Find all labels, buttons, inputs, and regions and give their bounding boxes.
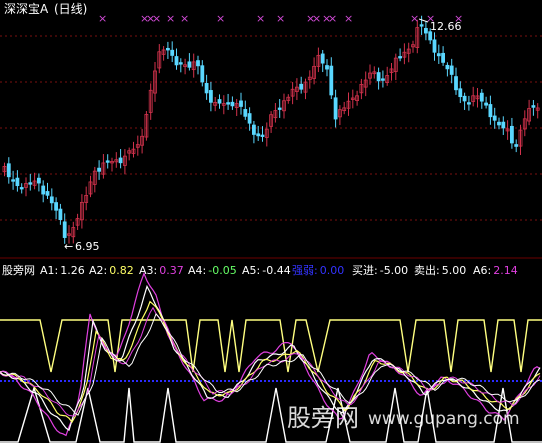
signal-mark: × bbox=[312, 12, 321, 25]
stock-title: 深深宝A bbox=[4, 2, 49, 16]
indicator-item: A1: 1.26 bbox=[40, 264, 85, 277]
signal-mark: × bbox=[166, 12, 175, 25]
indicator-item: A2: 0.82 bbox=[89, 264, 134, 277]
period-label: (日线) bbox=[54, 2, 87, 16]
watermark-url: www.gupang.com bbox=[368, 409, 520, 429]
signal-mark: × bbox=[152, 12, 161, 25]
indicator-item: A3: 0.37 bbox=[139, 264, 184, 277]
indicator-item: 买进: -5.00 bbox=[352, 264, 408, 277]
signal-mark: × bbox=[256, 12, 265, 25]
low-price-label: 6.95 bbox=[75, 240, 100, 253]
background bbox=[0, 0, 542, 443]
signal-mark: × bbox=[216, 12, 225, 25]
signal-mark: × bbox=[328, 12, 337, 25]
high-price-label: 12.66 bbox=[430, 20, 462, 33]
watermark-cn: 股旁网 bbox=[287, 404, 359, 432]
signal-mark: × bbox=[276, 12, 285, 25]
signal-mark: × bbox=[410, 12, 419, 25]
chart-canvas[interactable]: × ××× × × × × × ×× ×× × × × × 深深宝A (日线) 12.66 ← 6.95… bbox=[0, 0, 542, 443]
indicator-item: A4: -0.05 bbox=[188, 264, 237, 277]
indicator-item: A6: 2.14 bbox=[473, 264, 518, 277]
signal-mark: × bbox=[180, 12, 189, 25]
indicator-item: A5: -0.44 bbox=[242, 264, 291, 277]
indicator-name: 股旁网 bbox=[2, 263, 35, 277]
signal-mark: × bbox=[344, 12, 353, 25]
signal-mark: × bbox=[98, 12, 107, 25]
low-arrow-icon: ← bbox=[64, 240, 73, 253]
low-price-marker: ← 6.95 bbox=[64, 240, 100, 253]
